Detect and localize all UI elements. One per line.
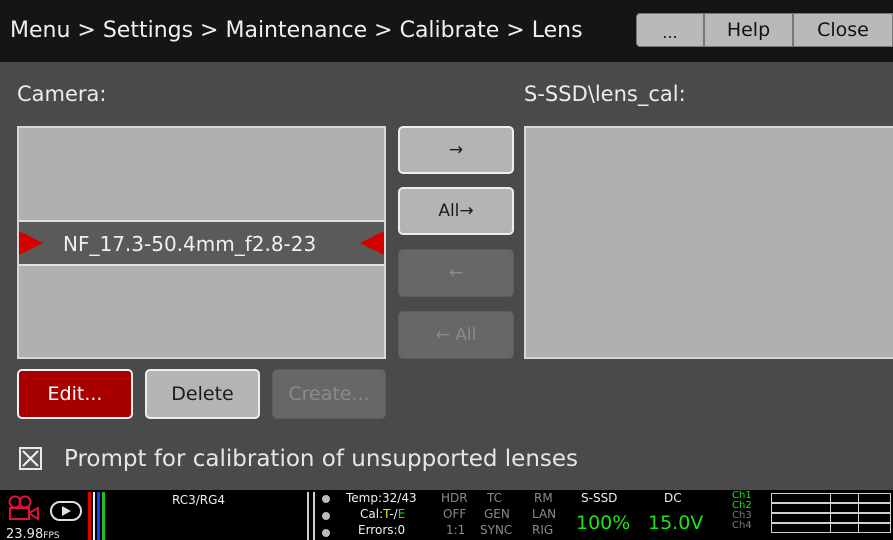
tc-mode: GEN: [484, 507, 510, 521]
errors-readout: Errors:0: [358, 523, 406, 537]
rm-label: RM: [534, 491, 553, 505]
prompt-checkbox-label[interactable]: Prompt for calibration of unsupported le…: [64, 446, 578, 472]
audio-meter-red: [88, 492, 91, 540]
copy-to-camera-button[interactable]: ←: [398, 249, 514, 297]
meter-divider: [858, 493, 859, 533]
media-capacity: 100%: [576, 512, 631, 534]
meter-divider: [830, 493, 831, 533]
list-item[interactable]: NF_17.3-50.4mm_f2.8-23: [19, 220, 384, 266]
media-list-label: S-SSD\lens_cal:: [524, 82, 686, 106]
more-options-button[interactable]: ...: [636, 13, 704, 47]
selection-marker-left-icon: [19, 231, 43, 255]
breadcrumb: Menu > Settings > Maintenance > Calibrat…: [10, 18, 583, 43]
copy-to-media-button[interactable]: →: [398, 126, 514, 174]
calibration-prefix: Cal:: [360, 507, 384, 521]
arrow-left-icon: ←: [435, 325, 450, 345]
copy-all-to-media-button[interactable]: All →: [398, 187, 514, 235]
lens-calibration-screen: Menu > Settings > Maintenance > Calibrat…: [0, 0, 893, 540]
title-bar: Menu > Settings > Maintenance > Calibrat…: [0, 0, 893, 62]
copy-all-label: All: [455, 325, 477, 345]
hdr-value: OFF: [443, 507, 467, 521]
copy-all-to-camera-button[interactable]: ← All: [398, 311, 514, 359]
camera-icon: [8, 495, 39, 520]
indicator-dot: [322, 529, 330, 537]
list-item-label: NF_17.3-50.4mm_f2.8-23: [63, 232, 317, 256]
hdr-ratio: 1:1: [446, 523, 466, 537]
audio-meter-green: [102, 492, 105, 540]
indicator-dot: [322, 495, 330, 503]
media-lens-list[interactable]: [524, 126, 893, 359]
audio-meter-blue: [97, 492, 100, 540]
tc-sync: SYNC: [480, 523, 513, 537]
close-button[interactable]: Close: [793, 13, 893, 47]
channel-meter: [771, 503, 891, 513]
channel-meter: [771, 513, 891, 523]
temperature-readout: Temp:32/43: [346, 491, 417, 505]
separator-line: [307, 492, 309, 540]
create-button[interactable]: Create...: [272, 369, 386, 419]
playback-icon: [50, 501, 82, 521]
camera-list-label: Camera:: [17, 82, 107, 106]
calibration-sep: -/: [389, 507, 398, 521]
frame-rate-unit: FPS: [43, 531, 60, 540]
separator-line: [313, 492, 315, 540]
audio-meter-divider: [93, 492, 95, 540]
selection-marker-right-icon: [360, 231, 384, 255]
frame-rate-value: 23.98: [6, 527, 44, 540]
channel-meter: [771, 523, 891, 533]
arrow-left-icon: ←: [448, 263, 464, 283]
edit-button[interactable]: Edit...: [17, 369, 133, 419]
media-label: S-SSD: [581, 491, 618, 505]
rm-rig: RIG: [532, 523, 554, 537]
status-bar: 23.98FPS RC3/RG4 Temp:32/43 Cal:T-/E Err…: [0, 490, 893, 540]
power-label: DC: [664, 491, 682, 505]
camera-lens-list[interactable]: NF_17.3-50.4mm_f2.8-23: [17, 126, 386, 359]
channel-meter: [771, 493, 891, 503]
calibration-e: E: [397, 507, 406, 521]
calibration-status: Cal:T-/E: [360, 507, 405, 521]
arrow-right-icon: →: [448, 140, 464, 160]
prompt-checkbox[interactable]: [19, 447, 42, 470]
indicator-dot: [322, 512, 330, 520]
help-button[interactable]: Help: [704, 13, 793, 47]
hdr-label: HDR: [441, 491, 468, 505]
checkmark-x-icon: [22, 450, 39, 467]
power-voltage: 15.0V: [648, 512, 704, 534]
delete-button[interactable]: Delete: [145, 369, 260, 419]
arrow-right-icon: →: [459, 201, 474, 221]
frame-rate: 23.98FPS: [6, 527, 60, 540]
tc-label: TC: [487, 491, 503, 505]
copy-all-label: All: [438, 201, 460, 221]
rm-lan: LAN: [532, 507, 557, 521]
look-label: RC3/RG4: [172, 493, 226, 507]
channel-4-label: Ch4: [732, 520, 752, 531]
